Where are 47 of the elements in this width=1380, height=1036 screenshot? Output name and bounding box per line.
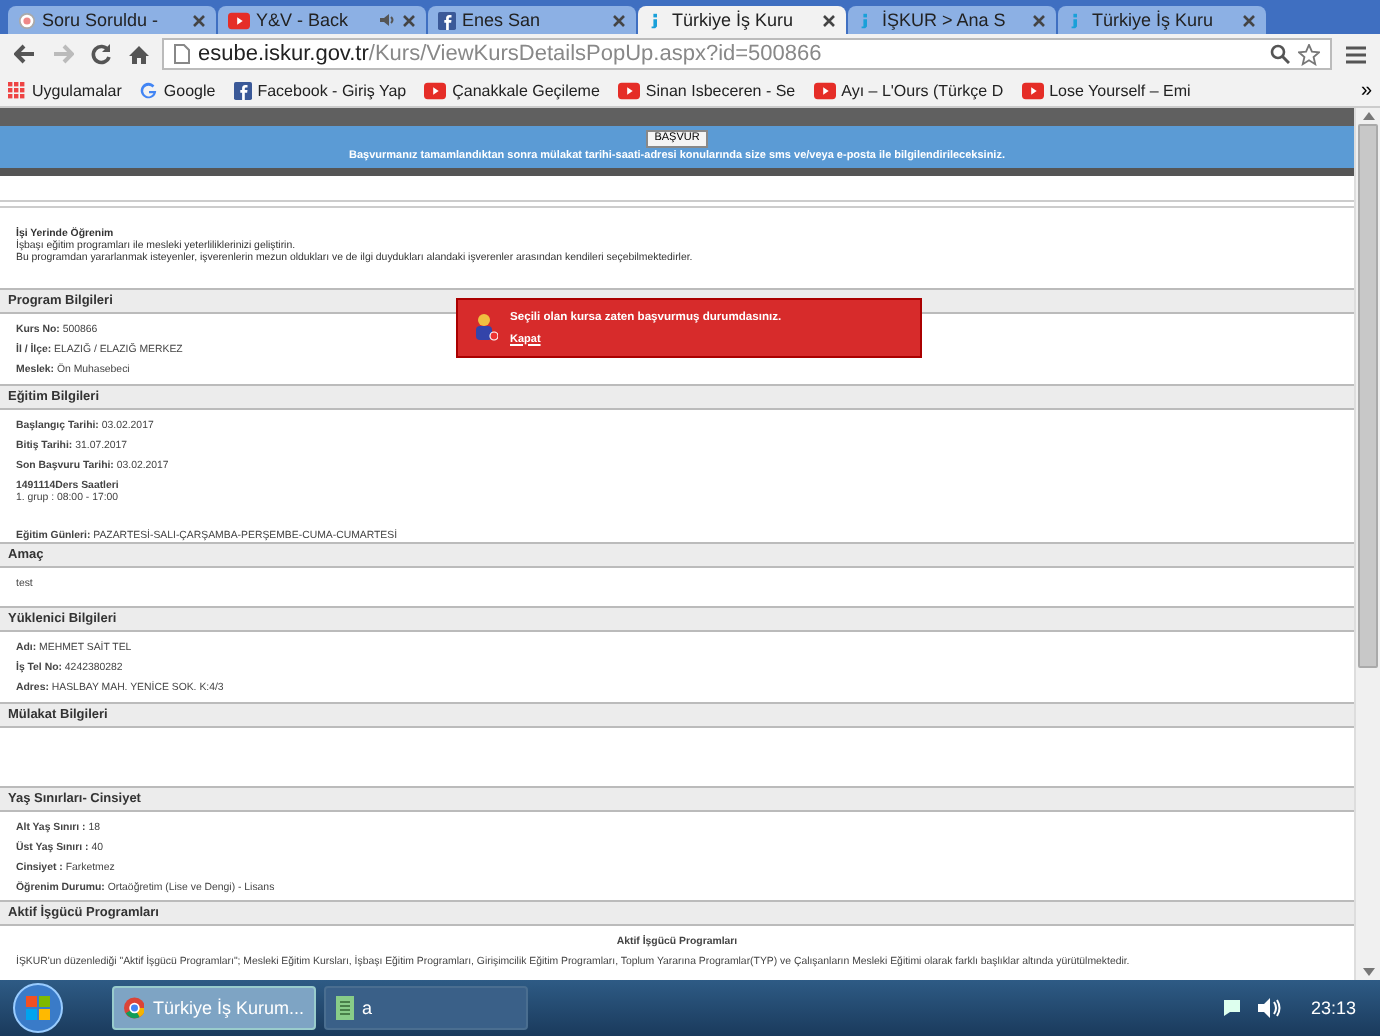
close-icon[interactable] [822, 13, 836, 27]
browser-tab[interactable]: Türkiye İş Kuru [638, 6, 846, 34]
bookmark-link[interactable]: Ayı – L'Ours (Türkçe D [813, 81, 1004, 99]
reload-button[interactable] [86, 40, 114, 68]
apps-grid-icon [8, 81, 26, 99]
browser-tab[interactable]: Türkiye İş Kuru [1058, 6, 1266, 34]
bookmark-link[interactable]: Facebook - Giriş Yap [233, 81, 407, 99]
scroll-down-icon[interactable] [1361, 964, 1375, 980]
menu-button[interactable] [1342, 40, 1370, 68]
g-logo-icon [139, 81, 158, 99]
home-button[interactable] [124, 40, 152, 68]
browser-logo-icon [124, 996, 145, 1020]
bookmark-link[interactable]: Çanakkale Geçileme [424, 81, 600, 99]
start-button[interactable] [12, 982, 64, 1034]
scroll-up-icon[interactable] [1361, 108, 1375, 124]
play-icon [813, 81, 836, 99]
browser-tab[interactable]: Enes San [428, 6, 636, 34]
f-logo-icon [438, 11, 456, 29]
scrollbar[interactable] [1354, 108, 1380, 980]
play-icon [424, 81, 447, 99]
browser-tab[interactable]: İŞKUR > Ana S [848, 6, 1056, 34]
back-button[interactable] [10, 40, 38, 68]
browser-tab[interactable]: Soru Soruldu - [8, 6, 216, 34]
browser-tab[interactable]: Y&V - Back [218, 6, 426, 34]
address-bar[interactable]: esube.iskur.gov.tr/Kurs/ViewKursDetailsPopUp.aspx?id=500866 [162, 38, 1332, 70]
bookmark-link[interactable]: Uygulamalar [8, 81, 122, 99]
bookmark-link[interactable]: Sinan Isbeceren - Se [617, 81, 796, 99]
star-icon[interactable] [1298, 43, 1320, 65]
more-bookmarks-button[interactable]: » [1360, 79, 1372, 101]
clock[interactable]: 23:13 [1310, 998, 1356, 1018]
taskbar-button[interactable]: a [324, 986, 528, 1030]
person-icon [474, 312, 498, 344]
bookmark-link[interactable]: Google [139, 81, 216, 99]
close-icon[interactable] [612, 13, 626, 27]
close-icon[interactable] [1242, 13, 1256, 27]
speaker-icon[interactable] [1258, 998, 1283, 1018]
play-icon [228, 11, 250, 29]
notepad-icon [336, 996, 354, 1020]
play-icon [1021, 81, 1044, 99]
close-icon[interactable] [402, 13, 416, 27]
close-icon[interactable] [1032, 13, 1046, 27]
play-icon [617, 81, 640, 99]
zoom-icon[interactable] [1270, 44, 1290, 64]
bookmark-link[interactable]: Lose Yourself – Emi [1021, 81, 1191, 99]
page-icon [174, 44, 190, 64]
close-icon[interactable] [192, 13, 206, 27]
f-logo-icon [233, 81, 252, 99]
